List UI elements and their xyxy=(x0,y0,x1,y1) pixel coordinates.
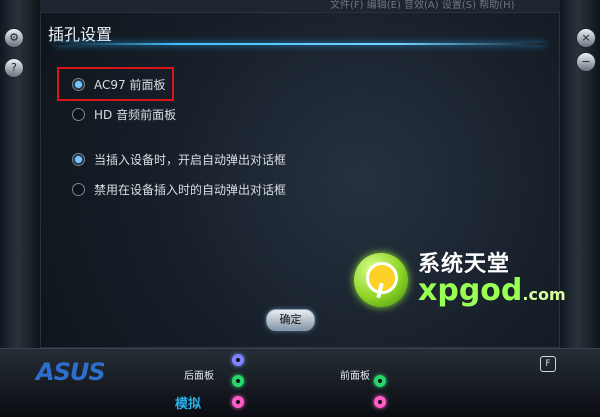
rear-pink-jack-icon[interactable] xyxy=(232,396,244,408)
title-divider xyxy=(55,43,545,45)
radio-label-ac97: AC97 前面板 xyxy=(94,78,166,92)
radio-ac97-front-panel[interactable]: AC97 前面板 xyxy=(72,76,165,93)
radio-label-hd: HD 音频前面板 xyxy=(94,108,177,122)
footer-settings-icon[interactable]: F xyxy=(540,356,556,372)
watermark-url-main: xpgod xyxy=(418,273,523,308)
radio-unselected-icon[interactable] xyxy=(72,183,85,196)
xpgod-logo-icon xyxy=(354,253,408,307)
front-panel-label: 前面板 xyxy=(340,371,370,382)
radio-disable-popup[interactable]: 禁用在设备插入时的自动弹出对话框 xyxy=(72,181,286,198)
radio-unselected-icon[interactable] xyxy=(72,108,85,121)
front-pink-jack-icon[interactable] xyxy=(374,396,386,408)
minimize-icon[interactable]: − xyxy=(576,52,596,72)
radio-enable-popup[interactable]: 当插入设备时，开启自动弹出对话框 xyxy=(72,151,286,168)
close-icon[interactable]: × xyxy=(576,28,596,48)
rear-blue-jack-icon[interactable] xyxy=(232,354,244,366)
rear-green-jack-icon[interactable] xyxy=(232,375,244,387)
analog-label: 模拟 xyxy=(175,397,202,412)
help-icon[interactable]: ? xyxy=(4,58,24,78)
rear-panel-label: 后面板 xyxy=(184,371,214,382)
dialog-title: 插孔设置 xyxy=(48,25,113,44)
menu-bar: 文件(F) 编辑(E) 音效(A) 设置(S) 帮助(H) xyxy=(40,0,560,12)
watermark-url-suffix: .com xyxy=(522,285,566,304)
ok-button[interactable]: 确定 xyxy=(266,309,315,331)
menu-bar-text: 文件(F) 编辑(E) 音效(A) 设置(S) 帮助(H) xyxy=(330,0,515,11)
radio-selected-icon[interactable] xyxy=(72,78,85,91)
radio-selected-icon[interactable] xyxy=(72,153,85,166)
front-green-jack-icon[interactable] xyxy=(374,375,386,387)
radio-label-disable-popup: 禁用在设备插入时的自动弹出对话框 xyxy=(94,183,287,197)
asus-logo: ASUS xyxy=(36,358,106,386)
radio-label-enable-popup: 当插入设备时，开启自动弹出对话框 xyxy=(94,153,287,167)
watermark-logo: 系统天堂 xpgod.com xyxy=(350,245,566,315)
settings-icon[interactable]: ⚙ xyxy=(4,28,24,48)
radio-hd-front-panel[interactable]: HD 音频前面板 xyxy=(72,106,176,123)
watermark-url: xpgod.com xyxy=(418,273,566,308)
